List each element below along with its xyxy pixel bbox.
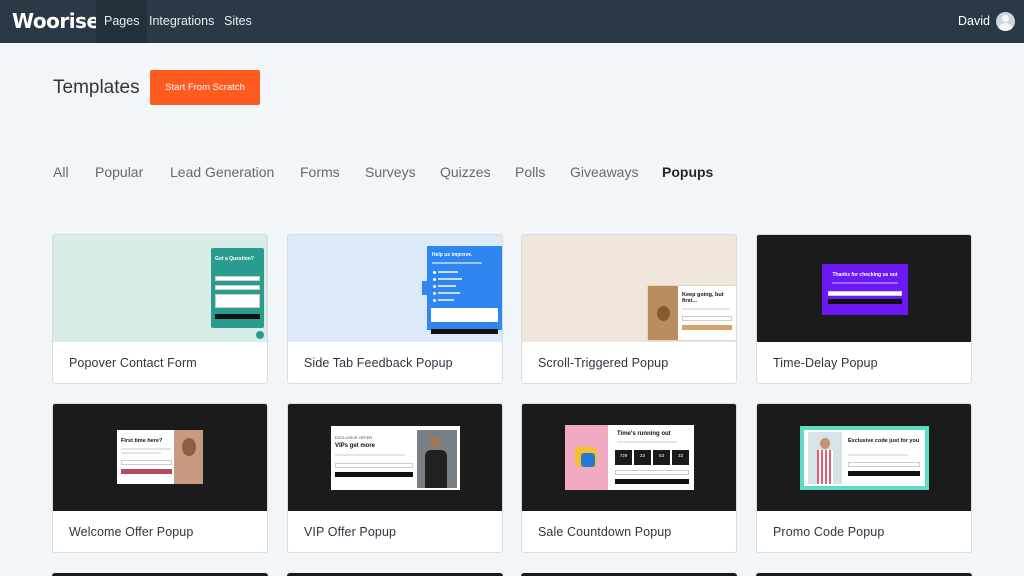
filter-surveys[interactable]: Surveys bbox=[365, 164, 416, 180]
preview-popup: Exclusive code just for you bbox=[804, 430, 925, 486]
preview-title: VIPs get more bbox=[335, 443, 376, 449]
filter-all[interactable]: All bbox=[53, 164, 69, 180]
filter-popups[interactable]: Popups bbox=[662, 164, 713, 180]
countdown-days: 729 bbox=[615, 450, 632, 465]
preview-title: Help us improve. bbox=[432, 252, 473, 258]
filter-quizzes[interactable]: Quizzes bbox=[440, 164, 491, 180]
template-name: Sale Countdown Popup bbox=[538, 525, 672, 539]
preview-popup: Keep going, but first... bbox=[648, 286, 736, 340]
template-preview: Got a Question? bbox=[53, 235, 267, 342]
preview-title: Got a Question? bbox=[215, 256, 254, 262]
preview-title: Exclusive code just for you bbox=[848, 438, 920, 444]
filter-forms[interactable]: Forms bbox=[300, 164, 340, 180]
template-name: Side Tab Feedback Popup bbox=[304, 356, 453, 370]
template-name: Scroll-Triggered Popup bbox=[538, 356, 669, 370]
template-card-popover-contact-form[interactable]: Got a Question? Popover Contact Form bbox=[52, 234, 268, 384]
template-preview: Thanks for checking us out bbox=[757, 235, 971, 342]
preview-form-panel: Got a Question? bbox=[211, 248, 264, 328]
preview-popup-frame: Exclusive code just for you bbox=[800, 426, 929, 490]
template-name: Welcome Offer Popup bbox=[69, 525, 194, 539]
page-title: Templates bbox=[53, 77, 140, 98]
woorise-logo[interactable]: Woorise bbox=[12, 9, 100, 33]
template-card-time-delay[interactable]: Thanks for checking us out Time-Delay Po… bbox=[756, 234, 972, 384]
nav-pages[interactable]: Pages bbox=[96, 0, 148, 43]
preview-title: First time here? bbox=[121, 438, 163, 444]
template-preview: Exclusive code just for you bbox=[757, 404, 971, 511]
chat-bubble-icon bbox=[256, 331, 264, 339]
template-card-sale-countdown[interactable]: Time's running out 729 23 53 33 Sale Cou… bbox=[521, 403, 737, 553]
preview-popup: Thanks for checking us out bbox=[822, 264, 908, 315]
template-card-promo-code[interactable]: Exclusive code just for you Promo Code P… bbox=[756, 403, 972, 553]
user-name[interactable]: David bbox=[958, 0, 990, 43]
filter-polls[interactable]: Polls bbox=[515, 164, 545, 180]
nav-integrations[interactable]: Integrations bbox=[141, 0, 222, 43]
filter-lead-generation[interactable]: Lead Generation bbox=[170, 164, 274, 180]
nav-sites[interactable]: Sites bbox=[216, 0, 260, 43]
preview-feedback-panel: Help us improve. bbox=[427, 246, 502, 334]
user-avatar-icon[interactable] bbox=[996, 12, 1015, 31]
preview-woman-image bbox=[808, 432, 842, 484]
preview-kicker: EXCLUSIVE OFFER bbox=[335, 435, 373, 440]
preview-man-image bbox=[417, 430, 457, 488]
template-preview: Help us improve. bbox=[288, 235, 502, 342]
template-name: Promo Code Popup bbox=[773, 525, 885, 539]
preview-title: Time's running out bbox=[617, 431, 671, 437]
preview-title: Thanks for checking us out bbox=[832, 272, 898, 278]
preview-popup: Time's running out 729 23 53 33 bbox=[565, 425, 694, 490]
template-preview: Time's running out 729 23 53 33 bbox=[522, 404, 736, 511]
template-preview: EXCLUSIVE OFFER VIPs get more bbox=[288, 404, 502, 511]
template-card-welcome-offer[interactable]: First time here? Welcome Offer Popup bbox=[52, 403, 268, 553]
filter-popular[interactable]: Popular bbox=[95, 164, 143, 180]
template-card-vip-offer[interactable]: EXCLUSIVE OFFER VIPs get more VIP Offer … bbox=[287, 403, 503, 553]
template-card-scroll-triggered[interactable]: Keep going, but first... Scroll-Triggere… bbox=[521, 234, 737, 384]
top-navbar: Woorise Pages Integrations Sites David bbox=[0, 0, 1024, 43]
filter-giveaways[interactable]: Giveaways bbox=[570, 164, 638, 180]
countdown-seconds: 33 bbox=[672, 450, 689, 465]
preview-portrait-image bbox=[174, 430, 203, 484]
preview-title: Keep going, but first... bbox=[682, 292, 724, 304]
template-name: Time-Delay Popup bbox=[773, 356, 878, 370]
preview-teddy-image bbox=[648, 286, 678, 340]
template-name: VIP Offer Popup bbox=[304, 525, 397, 539]
template-preview: Keep going, but first... bbox=[522, 235, 736, 342]
countdown-minutes: 53 bbox=[653, 450, 670, 465]
countdown-hours: 23 bbox=[634, 450, 651, 465]
template-preview: First time here? bbox=[53, 404, 267, 511]
preview-popup: First time here? bbox=[117, 430, 203, 484]
preview-popup: EXCLUSIVE OFFER VIPs get more bbox=[331, 426, 460, 490]
template-name: Popover Contact Form bbox=[69, 356, 197, 370]
start-from-scratch-button[interactable]: Start From Scratch bbox=[150, 70, 260, 105]
preview-bag-image bbox=[565, 425, 608, 490]
template-card-side-tab-feedback[interactable]: Help us improve. Side Tab Feedback Popup bbox=[287, 234, 503, 384]
